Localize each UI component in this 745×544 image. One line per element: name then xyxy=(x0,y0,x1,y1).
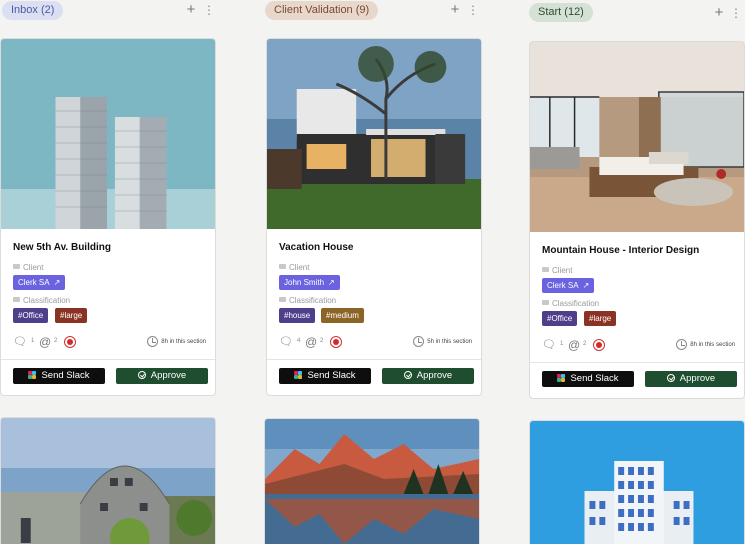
comment-count: 1 xyxy=(31,338,35,344)
classification-tag[interactable]: #house xyxy=(279,308,316,323)
clock-icon xyxy=(413,336,425,347)
external-link-icon: ↗ xyxy=(53,278,61,287)
project-card[interactable] xyxy=(0,417,216,544)
alert-icon[interactable] xyxy=(330,336,342,348)
more-vertical-icon[interactable]: ⋮ xyxy=(730,5,742,21)
classification-tag[interactable]: #medium xyxy=(321,308,364,323)
approve-button[interactable]: Approve xyxy=(645,371,737,387)
client-label: Client xyxy=(13,263,43,272)
tag-icon xyxy=(542,300,549,305)
comment-icon[interactable]: 🗨 xyxy=(13,336,27,348)
card-actions: Send Slack Approve xyxy=(267,359,481,395)
add-icon[interactable]: + xyxy=(449,0,461,20)
comment-icon[interactable]: 🗨 xyxy=(542,339,556,351)
slack-icon xyxy=(28,371,37,379)
client-tag[interactable]: Clerk SA ↗ xyxy=(13,275,66,290)
column-start: Start (12) + ⋮ Mountain House - Interior… xyxy=(529,0,745,544)
classification-label: Classification xyxy=(542,299,599,308)
check-circle-icon xyxy=(403,371,412,379)
mention-count: 2 xyxy=(320,338,324,344)
at-sign-icon[interactable]: @ xyxy=(568,339,580,351)
column-inbox: Inbox (2) + ⋮ New 5th Av. Building Clien… xyxy=(0,0,216,544)
check-circle-icon xyxy=(137,371,146,379)
external-link-icon: ↗ xyxy=(328,278,335,287)
column-header: Start (12) + ⋮ xyxy=(529,0,745,22)
tag-icon xyxy=(279,297,286,302)
more-vertical-icon[interactable]: ⋮ xyxy=(467,2,479,18)
card-title: New 5th Av. Building xyxy=(13,242,111,253)
column-header: Inbox (2) + ⋮ xyxy=(0,0,216,22)
folder-icon xyxy=(542,267,549,272)
project-card[interactable]: Vacation House Client John Smith ↗ Classi… xyxy=(266,38,482,396)
folder-icon xyxy=(279,264,286,269)
slack-icon xyxy=(294,371,303,379)
alert-icon[interactable] xyxy=(64,336,76,348)
client-label: Client xyxy=(279,263,309,272)
send-slack-button[interactable]: Send Slack xyxy=(13,368,105,384)
add-icon[interactable]: + xyxy=(185,0,197,20)
client-tag[interactable]: John Smith ↗ xyxy=(279,275,340,290)
classification-tag[interactable]: #Office xyxy=(13,308,49,323)
card-photo xyxy=(1,39,215,229)
card-photo xyxy=(530,42,744,232)
add-icon[interactable]: + xyxy=(713,3,725,23)
card-actions: Send Slack Approve xyxy=(1,359,215,395)
alert-icon[interactable] xyxy=(593,339,605,351)
card-photo xyxy=(265,419,479,544)
time-in-section: 8h in this section xyxy=(147,336,206,348)
classification-tag[interactable]: #large xyxy=(55,308,88,323)
client-tag[interactable]: Clerk SA ↗ xyxy=(542,278,595,293)
card-title: Vacation House xyxy=(279,242,354,253)
comment-count: 1 xyxy=(560,341,564,347)
send-slack-button[interactable]: Send Slack xyxy=(279,368,371,384)
time-in-section: 8h in this section xyxy=(676,339,735,351)
folder-icon xyxy=(13,264,20,269)
check-circle-icon xyxy=(666,374,675,382)
column-title-pill[interactable]: Start (12) xyxy=(529,3,593,22)
at-sign-icon[interactable]: @ xyxy=(39,336,51,348)
column-client-validation: Client Validation (9) + ⋮ Vacation House xyxy=(264,0,482,544)
clock-icon xyxy=(676,339,688,350)
mention-count: 2 xyxy=(583,341,587,347)
classification-tag[interactable]: #large xyxy=(584,311,617,326)
card-photo xyxy=(530,421,744,544)
mention-count: 2 xyxy=(54,338,58,344)
card-title: Mountain House - Interior Design xyxy=(542,245,700,256)
project-card[interactable]: New 5th Av. Building Client Clerk SA ↗ Cl… xyxy=(0,38,216,396)
classification-tag[interactable]: #Office xyxy=(542,311,578,326)
column-header: Client Validation (9) + ⋮ xyxy=(265,0,482,22)
approve-button[interactable]: Approve xyxy=(382,368,474,384)
card-actions: Send Slack Approve xyxy=(530,362,744,398)
column-title-pill[interactable]: Inbox (2) xyxy=(2,1,64,20)
send-slack-button[interactable]: Send Slack xyxy=(542,371,634,387)
external-link-icon: ↗ xyxy=(582,281,590,290)
comment-count: 4 xyxy=(297,338,301,344)
client-label: Client xyxy=(542,266,572,275)
time-in-section: 5h in this section xyxy=(413,336,472,348)
clock-icon xyxy=(147,336,159,347)
project-card[interactable] xyxy=(264,418,480,544)
comment-icon[interactable]: 🗨 xyxy=(279,336,293,348)
more-vertical-icon[interactable]: ⋮ xyxy=(203,2,215,18)
project-card[interactable] xyxy=(529,420,745,544)
card-photo xyxy=(1,418,215,544)
classification-label: Classification xyxy=(279,296,336,305)
at-sign-icon[interactable]: @ xyxy=(305,336,317,348)
classification-label: Classification xyxy=(13,296,70,305)
card-photo xyxy=(267,39,481,229)
column-title-pill[interactable]: Client Validation (9) xyxy=(265,1,379,20)
approve-button[interactable]: Approve xyxy=(116,368,208,384)
project-card[interactable]: Mountain House - Interior Design Client … xyxy=(529,41,745,399)
tag-icon xyxy=(13,297,20,302)
slack-icon xyxy=(557,374,566,382)
